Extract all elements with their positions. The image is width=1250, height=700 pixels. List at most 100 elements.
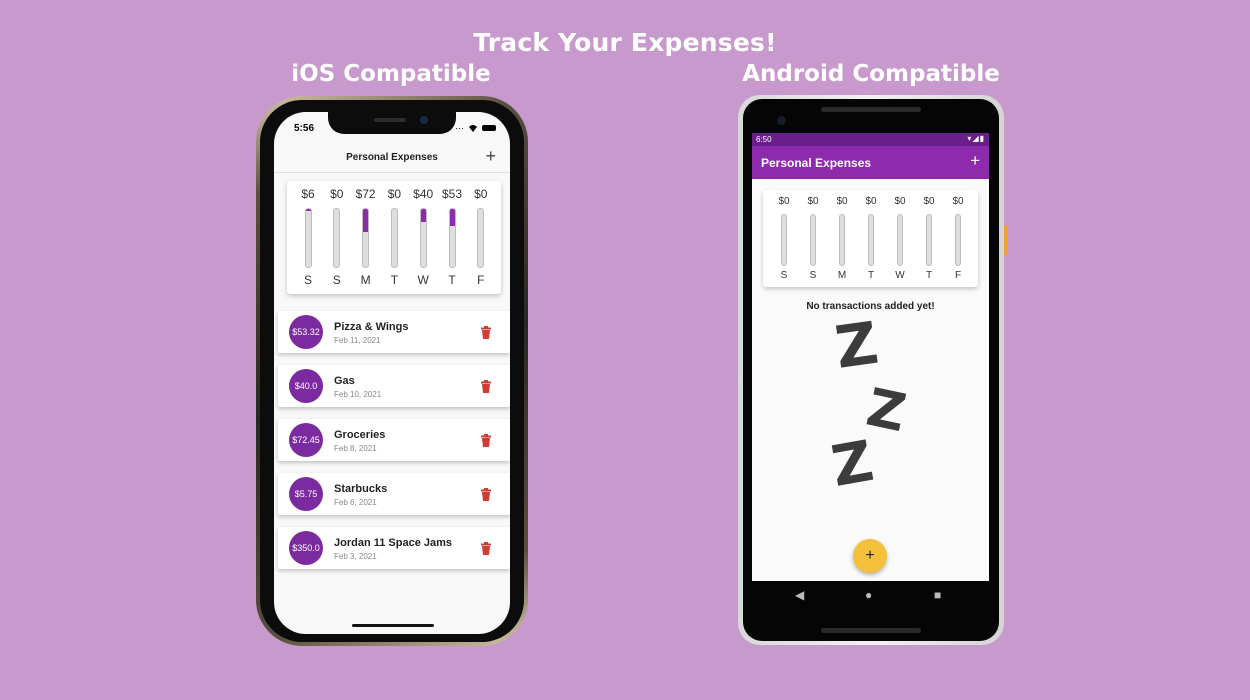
chart-bar bbox=[810, 214, 816, 266]
signal-icon: ··· bbox=[455, 123, 464, 133]
chart-bar bbox=[304, 208, 312, 268]
ios-home-indicator[interactable] bbox=[352, 624, 434, 627]
chart-amount-label: $0 bbox=[330, 187, 344, 201]
transaction-item[interactable]: $350.0 Jordan 11 Space Jams Feb 3, 2021 bbox=[278, 527, 510, 569]
chart-day-column: $72 M bbox=[351, 181, 381, 294]
headline: Track Your Expenses! bbox=[473, 28, 777, 57]
chart-bar-fill bbox=[420, 209, 426, 222]
chart-day-label: W bbox=[417, 273, 429, 287]
android-add-button[interactable]: + bbox=[970, 151, 980, 171]
chart-amount-label: $53 bbox=[441, 187, 463, 201]
chart-amount-label: $0 bbox=[894, 196, 906, 207]
transaction-item[interactable]: $53.32 Pizza & Wings Feb 11, 2021 bbox=[278, 311, 510, 353]
transaction-item[interactable]: $72.45 Groceries Feb 8, 2021 bbox=[278, 419, 510, 461]
chart-day-column: $40 W bbox=[408, 181, 438, 294]
chart-bar-fill bbox=[449, 209, 455, 226]
transaction-amount-badge: $5.75 bbox=[289, 477, 323, 511]
android-status-bar: 6:50 ▾◢▮ bbox=[752, 133, 989, 146]
chart-day-column: $53 T bbox=[437, 181, 467, 294]
transaction-amount-badge: $40.0 bbox=[289, 369, 323, 403]
empty-state-message: No transactions added yet! bbox=[806, 301, 935, 312]
chart-bar bbox=[868, 214, 874, 266]
chart-day-column: $0 F bbox=[466, 181, 496, 294]
android-camera bbox=[777, 116, 786, 125]
chart-day-label: S bbox=[332, 273, 341, 287]
chart-day-column: $0 S bbox=[770, 190, 798, 287]
android-platform-label: Android Compatible bbox=[742, 61, 1000, 87]
transaction-amount-badge: $72.45 bbox=[289, 423, 323, 457]
transaction-title: Gas bbox=[334, 375, 355, 387]
zzz-letter: Z bbox=[862, 378, 911, 445]
chart-amount-label: $0 bbox=[387, 187, 402, 201]
transaction-item[interactable]: $5.75 Starbucks Feb 6, 2021 bbox=[278, 473, 510, 515]
android-power-button bbox=[1004, 225, 1007, 255]
zzz-letter: Z bbox=[831, 318, 882, 382]
add-transaction-fab[interactable]: + bbox=[853, 539, 887, 573]
chart-day-label: M bbox=[360, 273, 371, 287]
transaction-item[interactable]: $40.0 Gas Feb 10, 2021 bbox=[278, 365, 510, 407]
chart-day-label: W bbox=[895, 270, 905, 281]
chart-day-column: $0 T bbox=[379, 181, 409, 294]
trash-icon[interactable] bbox=[480, 542, 492, 556]
ios-weekly-chart: $6 S $0 S $72 M $0 T $40 W $53 T $0 F bbox=[287, 181, 501, 294]
chart-day-column: $0 S bbox=[322, 181, 352, 294]
iphone-frame: 5:56 ··· Personal Expenses + $6 S $0 S $72 M $… bbox=[256, 96, 528, 646]
chart-bar bbox=[477, 208, 485, 268]
trash-icon[interactable] bbox=[480, 488, 492, 502]
chart-amount-label: $40 bbox=[413, 187, 434, 201]
chart-amount-label: $72 bbox=[355, 187, 376, 201]
chart-day-label: S bbox=[303, 273, 312, 287]
trash-icon[interactable] bbox=[480, 326, 492, 340]
home-icon[interactable]: ● bbox=[865, 588, 872, 602]
ios-platform-label: iOS Compatible bbox=[291, 61, 491, 87]
ios-status-icons: ··· bbox=[455, 123, 496, 133]
chart-day-label: S bbox=[809, 270, 817, 281]
transaction-date: Feb 3, 2021 bbox=[334, 552, 377, 561]
transaction-date: Feb 10, 2021 bbox=[334, 390, 382, 399]
trash-icon[interactable] bbox=[480, 380, 492, 394]
chart-day-label: T bbox=[925, 270, 933, 281]
chart-day-label: T bbox=[867, 270, 875, 281]
chart-day-label: F bbox=[477, 273, 485, 287]
ios-status-time: 5:56 bbox=[294, 123, 315, 134]
chart-day-column: $0 T bbox=[857, 190, 885, 287]
ios-notch bbox=[328, 112, 456, 134]
chart-amount-label: $6 bbox=[301, 187, 315, 201]
back-icon[interactable]: ◀ bbox=[795, 588, 804, 602]
chart-bar bbox=[362, 208, 370, 268]
android-weekly-chart: $0 S $0 S $0 M $0 T $0 W $0 T $0 F bbox=[763, 190, 978, 287]
chart-day-label: S bbox=[780, 270, 788, 281]
trash-icon[interactable] bbox=[480, 434, 492, 448]
android-page-title: Personal Expenses bbox=[761, 156, 872, 170]
android-bottom-speaker bbox=[821, 628, 921, 633]
transaction-date: Feb 11, 2021 bbox=[334, 336, 381, 345]
chart-bar bbox=[781, 214, 787, 266]
transaction-title: Jordan 11 Space Jams bbox=[334, 537, 453, 549]
chart-amount-label: $0 bbox=[836, 196, 848, 207]
transaction-amount-badge: $53.32 bbox=[289, 315, 323, 349]
ios-screen: 5:56 ··· Personal Expenses + $6 S $0 S $72 M $… bbox=[274, 112, 510, 634]
transaction-amount-badge: $350.0 bbox=[289, 531, 323, 565]
android-status-icons: ▾◢▮ bbox=[967, 134, 985, 143]
ios-add-button[interactable]: + bbox=[485, 146, 496, 167]
chart-day-label: T bbox=[390, 273, 399, 287]
wifi-icon bbox=[469, 125, 477, 132]
android-status-time: 6:50 bbox=[756, 135, 772, 144]
transaction-title: Starbucks bbox=[334, 483, 388, 495]
recents-icon[interactable]: ■ bbox=[934, 588, 941, 602]
chart-day-column: $0 M bbox=[828, 190, 856, 287]
chart-day-column: $0 W bbox=[886, 190, 914, 287]
android-top-speaker bbox=[821, 107, 921, 112]
chart-bar bbox=[839, 214, 845, 266]
android-nav-bar: ◀ ● ■ bbox=[752, 581, 989, 607]
chart-bar bbox=[897, 214, 903, 266]
chart-bar bbox=[448, 208, 456, 268]
chart-day-column: $0 T bbox=[915, 190, 943, 287]
chart-amount-label: $0 bbox=[474, 187, 488, 201]
chart-day-label: M bbox=[837, 270, 847, 281]
chart-day-column: $6 S bbox=[293, 181, 323, 294]
zzz-letter: Z bbox=[827, 429, 878, 500]
chart-amount-label: $0 bbox=[952, 196, 964, 207]
transaction-title: Groceries bbox=[334, 429, 386, 441]
chart-amount-label: $0 bbox=[923, 196, 935, 207]
